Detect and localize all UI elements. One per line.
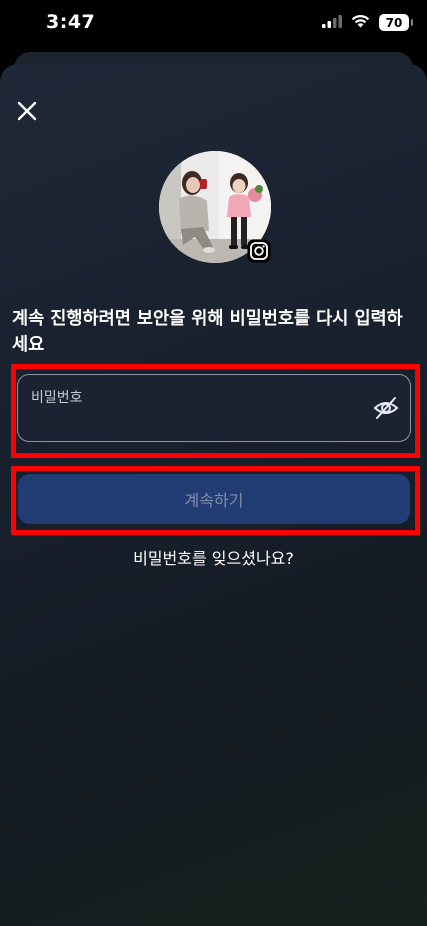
password-field-label: 비밀번호: [31, 390, 83, 406]
continue-button[interactable]: 계속하기: [18, 474, 410, 524]
reenter-password-prompt: 계속 진행하려면 보안을 위해 비밀번호를 다시 입력하세요: [12, 309, 403, 355]
status-bar: 3:47 70: [0, 0, 427, 50]
profile-avatar: [159, 151, 271, 265]
signal-icon: [322, 13, 342, 32]
instagram-icon: [247, 239, 271, 263]
forgot-password-link[interactable]: 비밀번호를 잊으셨나요?: [0, 545, 427, 569]
eye-off-icon[interactable]: [372, 394, 400, 422]
status-icons: 70: [322, 13, 413, 32]
wifi-icon: [351, 13, 370, 32]
close-icon: [16, 100, 38, 126]
password-field[interactable]: 비밀번호: [17, 374, 411, 442]
battery-icon: 70: [379, 14, 413, 31]
battery-level: 70: [385, 15, 403, 30]
status-time: 3:47: [46, 11, 96, 33]
close-button[interactable]: [12, 98, 42, 128]
